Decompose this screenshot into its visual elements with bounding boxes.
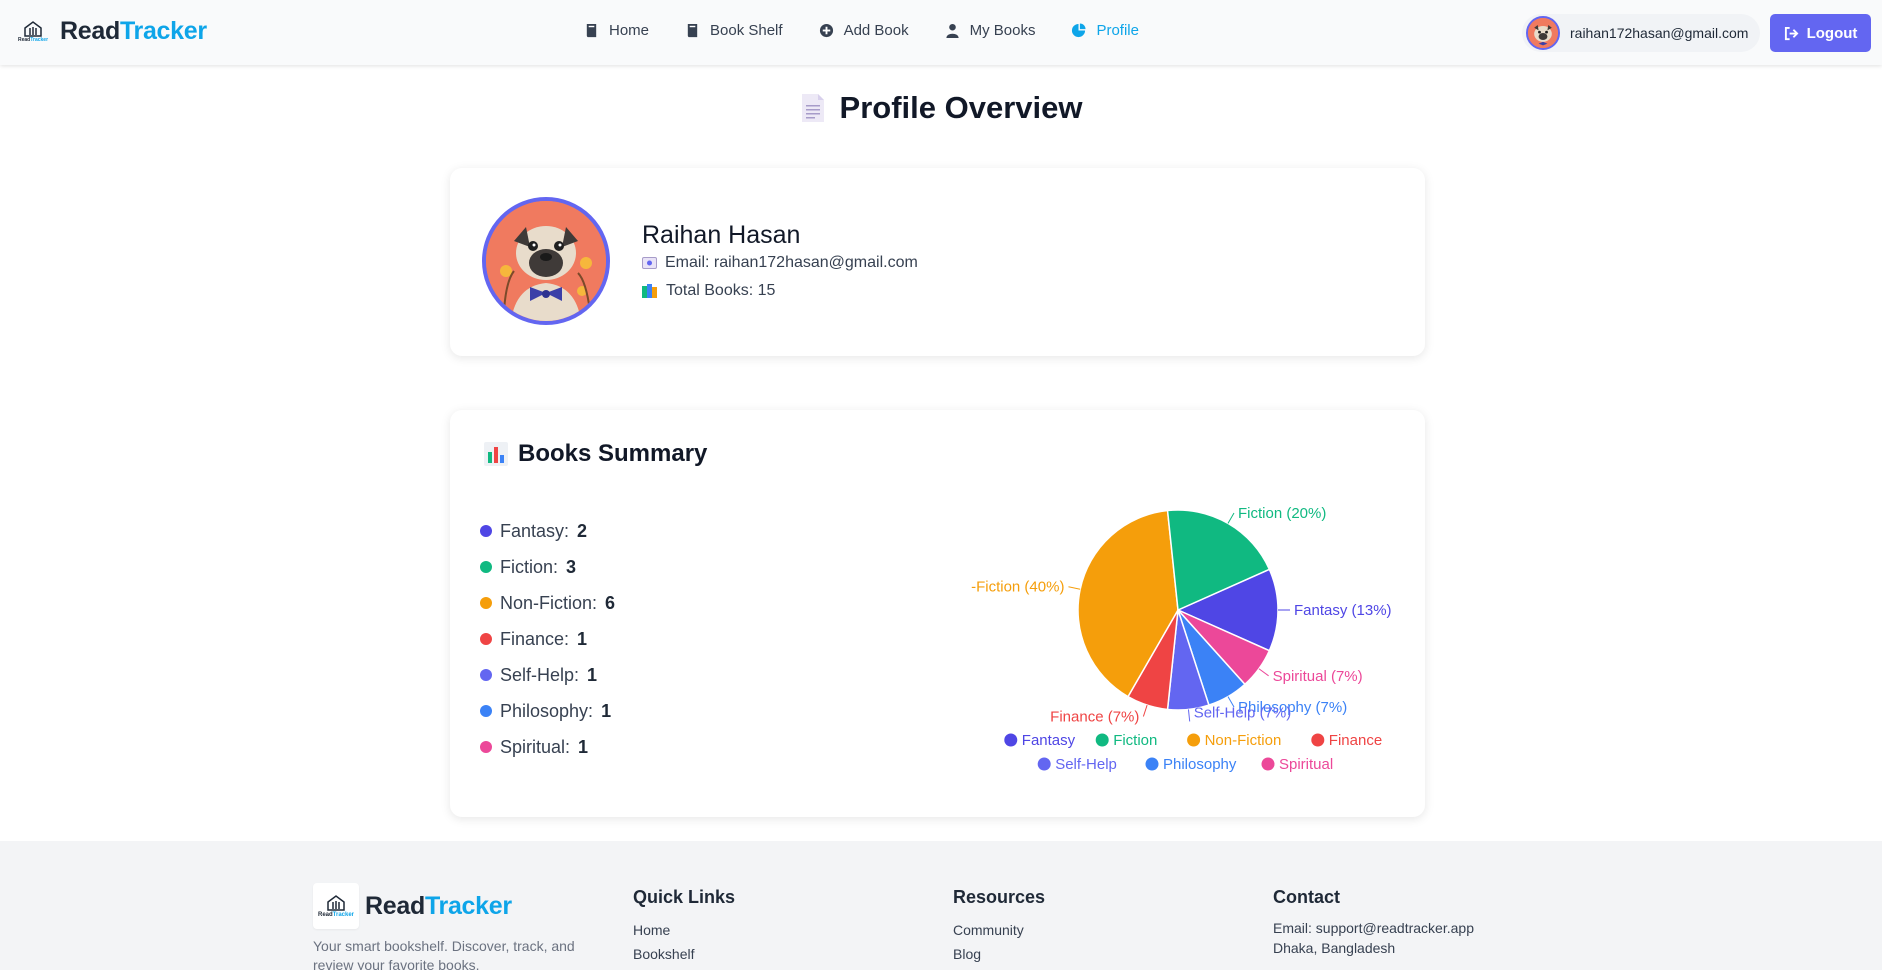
footer-contact-email: Email: support@readtracker.app	[1273, 920, 1474, 936]
genre-pie-chart: Fantasy (13%)Spiritual (7%)Philosophy (7…	[971, 505, 1392, 773]
legend-label[interactable]: Finance	[1329, 732, 1382, 749]
legend-label[interactable]: Philosophy	[1163, 756, 1237, 773]
document-icon	[801, 94, 824, 122]
legend-swatch	[1261, 757, 1275, 771]
navbar: ReadTracker ReadTracker Home Book Shelf …	[0, 0, 1882, 65]
profile-total-text: Total Books: 15	[666, 282, 776, 299]
footer-contact-location: Dhaka, Bangladesh	[1273, 940, 1396, 956]
nav-item-add-book[interactable]: Add Book	[819, 22, 909, 39]
footer-logo-icon: ReadTracker	[313, 883, 359, 929]
user-chip[interactable]: raihan172hasan@gmail.com	[1522, 14, 1760, 52]
nav-item-profile[interactable]: Profile	[1071, 22, 1139, 39]
legend-label[interactable]: Non-Fiction	[1205, 732, 1282, 749]
book-icon	[687, 23, 698, 38]
pie-leader-line	[1142, 704, 1148, 717]
pie-slice-label: Fiction (20%)	[1238, 505, 1326, 522]
nav-item-label: Home	[609, 22, 650, 39]
legend-label[interactable]: Fiction	[1113, 732, 1157, 749]
legend-swatch	[1095, 733, 1109, 747]
profile-email-text: Email: raihan172hasan@gmail.com	[665, 254, 918, 271]
footer-contact: Contact Email: support@readtracker.app D…	[1273, 887, 1474, 958]
footer-link-blog[interactable]: Blog	[953, 942, 1045, 966]
footer-brand-name: ReadTracker	[365, 891, 512, 920]
footer-resources: Resources Community Blog	[953, 887, 1045, 966]
nav-item-label: My Books	[969, 22, 1036, 39]
footer-heading: Quick Links	[633, 887, 736, 907]
page-title: Profile Overview	[839, 90, 1083, 125]
profile-card: Raihan Hasan Email: raihan172hasan@gmail…	[450, 168, 1425, 356]
profile-avatar	[482, 197, 610, 325]
logo-icon: ReadTracker	[16, 16, 50, 46]
books-icon	[642, 284, 657, 298]
nav-item-label: Add Book	[843, 22, 909, 39]
pie-slice-label: Finance (7%)	[1050, 709, 1139, 726]
envelope-icon	[642, 257, 657, 269]
logo-text: ReadTracker	[17, 36, 49, 43]
nav-item-home[interactable]: Home	[584, 22, 649, 39]
profile-name: Raihan Hasan	[642, 221, 801, 249]
pie-leader-line	[1258, 668, 1269, 677]
pie-slice-label: Self-Help (7%)	[1194, 704, 1292, 721]
nav-links: Home Book Shelf Add Book My Books Profil…	[584, 22, 1139, 39]
plus-circle-icon	[819, 23, 833, 38]
logout-button[interactable]: Logout	[1770, 14, 1871, 52]
footer-heading: Contact	[1273, 887, 1340, 907]
legend-swatch	[1311, 733, 1325, 747]
user-email: raihan172hasan@gmail.com	[1570, 25, 1749, 41]
profile-total-books: Total Books: 15	[642, 282, 775, 300]
legend-label[interactable]: Self-Help	[1055, 756, 1117, 773]
logout-label: Logout	[1806, 24, 1858, 42]
footer-tagline: Your smart bookshelf. Discover, track, a…	[313, 938, 575, 970]
legend-swatch	[1145, 757, 1159, 771]
avatar	[1526, 16, 1560, 50]
chart-pie-icon	[1072, 23, 1086, 38]
legend-swatch	[1004, 733, 1018, 747]
pie-leader-line	[1068, 586, 1081, 590]
pie-slice-label: Spiritual (7%)	[1273, 668, 1363, 685]
footer-link-home[interactable]: Home	[633, 918, 735, 942]
footer: ReadTracker ReadTracker Your smart books…	[0, 841, 1882, 970]
pie-slice-label: -Fiction (40%)	[971, 579, 1064, 596]
legend-swatch	[1037, 757, 1051, 771]
footer-logo-text: ReadTracker	[317, 912, 355, 918]
pie-leader-line	[1227, 512, 1235, 524]
nav-item-book-shelf[interactable]: Book Shelf	[685, 22, 783, 39]
nav-item-label: Profile	[1096, 22, 1139, 39]
nav-item-label: Book Shelf	[710, 22, 783, 39]
page-title-wrap: Profile Overview	[0, 90, 1882, 126]
brand[interactable]: ReadTracker ReadTracker	[16, 16, 207, 46]
logout-icon	[1784, 26, 1799, 40]
pie-leader-line	[1187, 709, 1191, 722]
book-icon	[586, 23, 597, 38]
brand-name: ReadTracker	[60, 16, 207, 45]
footer-quick-links: Quick Links Home Bookshelf	[633, 887, 735, 966]
pie-slice-label: Fantasy (13%)	[1294, 602, 1392, 619]
footer-link-bookshelf[interactable]: Bookshelf	[633, 942, 735, 966]
user-icon	[946, 23, 959, 38]
books-summary-card: Books Summary Fantasy: 2 Fiction: 3 Non-Fi…	[450, 410, 1425, 817]
profile-email: Email: raihan172hasan@gmail.com	[642, 254, 918, 272]
nav-item-my-books[interactable]: My Books	[945, 22, 1036, 39]
footer-link-community[interactable]: Community	[953, 918, 1045, 942]
legend-label[interactable]: Fantasy	[1022, 732, 1076, 749]
footer-heading: Resources	[953, 887, 1046, 907]
legend-swatch	[1187, 733, 1201, 747]
legend-label[interactable]: Spiritual	[1279, 756, 1333, 773]
footer-brand[interactable]: ReadTracker ReadTracker	[313, 883, 512, 929]
